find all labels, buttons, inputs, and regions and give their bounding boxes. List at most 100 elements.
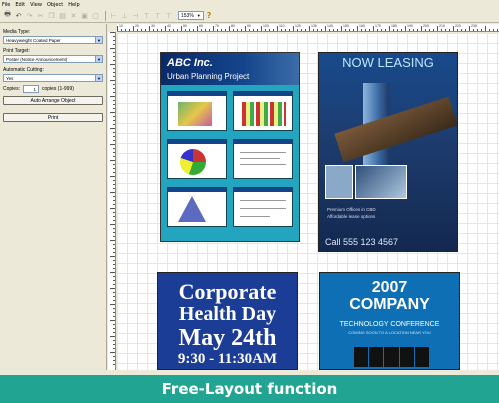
ruler-tick: [110, 64, 115, 65]
ruler-tick: [125, 29, 126, 31]
ruler-tick: [441, 29, 442, 31]
layout-object-health-day[interactable]: Corporate Health Day May 24th 9:30 - 11:…: [157, 272, 298, 370]
copies-input[interactable]: 1: [22, 85, 39, 93]
chevron-down-icon: ▼: [95, 37, 102, 43]
ruler-label: 140: [327, 24, 333, 28]
ruler-tick: [113, 360, 115, 361]
zoom-value: 153%: [181, 12, 194, 19]
ruler-tick: [249, 29, 250, 31]
ruler-tick: [329, 29, 330, 31]
auto-cutting-value: Yes: [6, 75, 14, 81]
ruler-tick: [110, 208, 115, 209]
ruler-tick: [489, 29, 490, 31]
ruler-tick: [185, 29, 186, 31]
ruler-tick: [257, 29, 258, 31]
ruler-tick: [485, 26, 486, 31]
align-center-icon[interactable]: ⊥: [120, 11, 129, 20]
media-type-select[interactable]: Heavyweight Coated Paper ▼: [3, 36, 103, 44]
ruler-label: 230: [471, 24, 477, 28]
auto-arrange-button[interactable]: Auto Arrange Object: [3, 96, 103, 105]
layout-object-company-conference[interactable]: 2007 COMPANY TECHNOLOGY CONFERENCE COMIN…: [319, 272, 460, 370]
ruler-tick: [309, 26, 310, 31]
ruler-tick: [153, 29, 154, 31]
ruler-tick: [113, 308, 115, 309]
ruler-tick: [369, 29, 370, 31]
align-middle-icon[interactable]: ⊤: [153, 11, 162, 20]
ruler-tick: [113, 104, 115, 105]
help-icon[interactable]: ?: [207, 11, 212, 20]
menu-help[interactable]: Help: [68, 2, 79, 8]
text-line: [240, 200, 286, 201]
zoom-select[interactable]: 153% ▼: [178, 11, 204, 20]
menu-view[interactable]: View: [30, 2, 42, 8]
ruler-tick: [409, 29, 410, 31]
text-line: [240, 164, 286, 165]
ruler-tick: [137, 29, 138, 31]
photo-thumbnail: [369, 347, 384, 367]
print-target-label: Print Target:: [3, 48, 30, 54]
ruler-tick: [129, 29, 130, 31]
layout-object-abc-inc[interactable]: ABC Inc. Urban Planning Project: [160, 52, 300, 242]
copy-icon[interactable]: ❐: [47, 11, 56, 20]
auto-cutting-select[interactable]: Yes ▼: [3, 74, 103, 82]
doc-panel: [233, 187, 293, 227]
doc-title: Health Day: [178, 303, 277, 325]
panel-bar: [168, 92, 226, 96]
ruler-tick: [325, 26, 326, 31]
cut-icon[interactable]: ✂: [36, 11, 45, 20]
ruler-tick: [473, 29, 474, 31]
ruler-tick: [110, 48, 115, 49]
menu-edit[interactable]: Edit: [15, 2, 25, 8]
ruler-label: 220: [455, 24, 461, 28]
ruler-tick: [437, 26, 438, 31]
ruler-tick: [113, 236, 115, 237]
send-back-icon[interactable]: ▢: [91, 11, 100, 20]
undo-icon[interactable]: ↶: [14, 11, 23, 20]
align-left-icon[interactable]: ⊢: [109, 11, 118, 20]
ruler-tick: [201, 29, 202, 31]
ruler-tick: [113, 180, 115, 181]
redo-icon[interactable]: ↷: [25, 11, 34, 20]
doc-panel: [233, 91, 293, 131]
ruler-label: 190: [407, 24, 413, 28]
print-button[interactable]: Print: [3, 113, 103, 122]
align-bottom-icon[interactable]: ⊤: [164, 11, 173, 20]
ruler-tick: [113, 324, 115, 325]
ruler-tick: [113, 200, 115, 201]
align-top-icon[interactable]: ⊤: [142, 11, 151, 20]
bring-front-icon[interactable]: ▣: [80, 11, 89, 20]
print-target-select[interactable]: Poster (Notice Announcement) ▼: [3, 55, 103, 63]
ruler-tick: [285, 29, 286, 31]
ruler-label: 200: [423, 24, 429, 28]
ruler-tick: [289, 29, 290, 31]
ruler-tick: [113, 340, 115, 341]
layout-object-now-leasing[interactable]: NOW LEASING Premium Offices in CBD Affor…: [318, 52, 458, 252]
ruler-tick: [253, 29, 254, 31]
ruler-tick: [421, 26, 422, 31]
menu-object[interactable]: Object: [47, 2, 63, 8]
ruler-tick: [113, 220, 115, 221]
doc-panel: [167, 91, 227, 131]
delete-icon[interactable]: ✕: [69, 11, 78, 20]
ruler-tick: [321, 29, 322, 31]
ruler-tick: [401, 29, 402, 31]
ruler-tick: [209, 29, 210, 31]
ruler-tick: [110, 288, 115, 289]
ruler-tick: [225, 29, 226, 31]
ruler-tick: [221, 29, 222, 31]
auto-cutting-label: Automatic Cutting:: [3, 67, 44, 73]
doc-panel: [167, 139, 227, 179]
ruler-tick: [113, 280, 115, 281]
ruler-label: 10: [119, 24, 123, 28]
ruler-label: 80: [231, 24, 235, 28]
menu-file[interactable]: File: [2, 2, 10, 8]
ruler-tick: [113, 296, 115, 297]
ruler-tick: [113, 84, 115, 85]
align-right-icon[interactable]: ⊣: [131, 11, 140, 20]
print-icon[interactable]: 🖶: [3, 10, 12, 20]
ruler-tick: [113, 168, 115, 169]
ruler-tick: [110, 336, 115, 337]
ruler-tick: [457, 29, 458, 31]
chevron-down-icon: ▼: [196, 13, 201, 18]
paste-icon[interactable]: ▤: [58, 11, 67, 20]
